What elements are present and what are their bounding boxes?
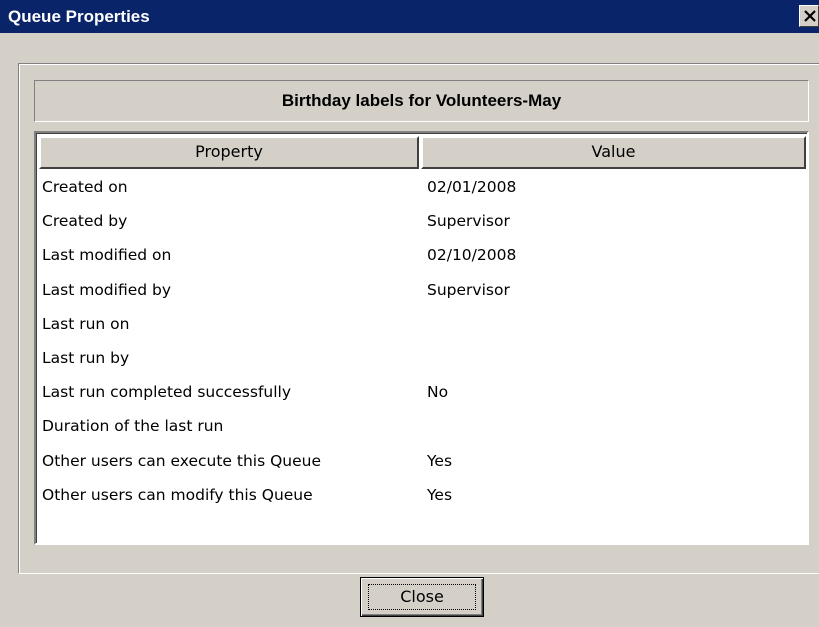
property-name: Last run by — [42, 348, 130, 367]
property-value: Yes — [427, 451, 453, 470]
queue-name: Birthday labels for Volunteers-May — [281, 91, 562, 110]
property-name: Created by — [42, 212, 128, 231]
close-button[interactable]: Close — [360, 577, 484, 617]
property-value: No — [427, 383, 449, 402]
column-header-property[interactable]: Property — [39, 136, 419, 169]
property-value: Yes — [427, 485, 453, 504]
property-name: Other users can modify this Queue — [42, 485, 313, 504]
list-item[interactable]: Last modified by Supervisor — [37, 273, 807, 307]
property-name: Last run on — [42, 314, 130, 333]
close-icon — [804, 10, 816, 22]
property-name: Last run completed successfully — [42, 383, 292, 402]
property-value: Supervisor — [427, 212, 510, 231]
properties-list[interactable]: Property Value Created on 02/01/2008 Cre… — [34, 131, 809, 545]
column-header-value[interactable]: Value — [421, 136, 806, 169]
property-name: Created on — [42, 178, 128, 196]
list-item[interactable]: Other users can modify this Queue Yes — [37, 478, 807, 512]
property-rows: Created on 02/01/2008 Created by Supervi… — [37, 170, 807, 512]
property-value: 02/10/2008 — [427, 246, 517, 265]
property-value: Supervisor — [427, 280, 510, 299]
list-item[interactable]: Last run completed successfully No — [37, 375, 807, 409]
list-item[interactable]: Duration of the last run — [37, 409, 807, 443]
queue-name-banner: Birthday labels for Volunteers-May — [34, 80, 809, 122]
property-name: Duration of the last run — [42, 417, 224, 436]
property-name: Last modified by — [42, 280, 172, 299]
property-name: Last modified on — [42, 246, 172, 265]
list-item[interactable]: Last run on — [37, 307, 807, 341]
properties-list-inner: Property Value Created on 02/01/2008 Cre… — [36, 133, 807, 543]
list-item[interactable]: Last modified on 02/10/2008 — [37, 238, 807, 272]
list-item[interactable]: Other users can execute this Queue Yes — [37, 444, 807, 478]
queue-properties-dialog: Queue Properties Birthday labels for Vol… — [0, 0, 819, 627]
list-item[interactable]: Created by Supervisor — [37, 204, 807, 238]
title-bar[interactable]: Queue Properties — [0, 0, 819, 33]
property-value: 02/01/2008 — [427, 178, 517, 196]
property-name: Other users can execute this Queue — [42, 451, 322, 470]
list-item[interactable]: Last run by — [37, 341, 807, 375]
close-window-button[interactable] — [799, 5, 819, 27]
window-title: Queue Properties — [8, 7, 150, 26]
list-item[interactable]: Created on 02/01/2008 — [37, 170, 807, 204]
close-button-label: Close — [400, 587, 444, 606]
